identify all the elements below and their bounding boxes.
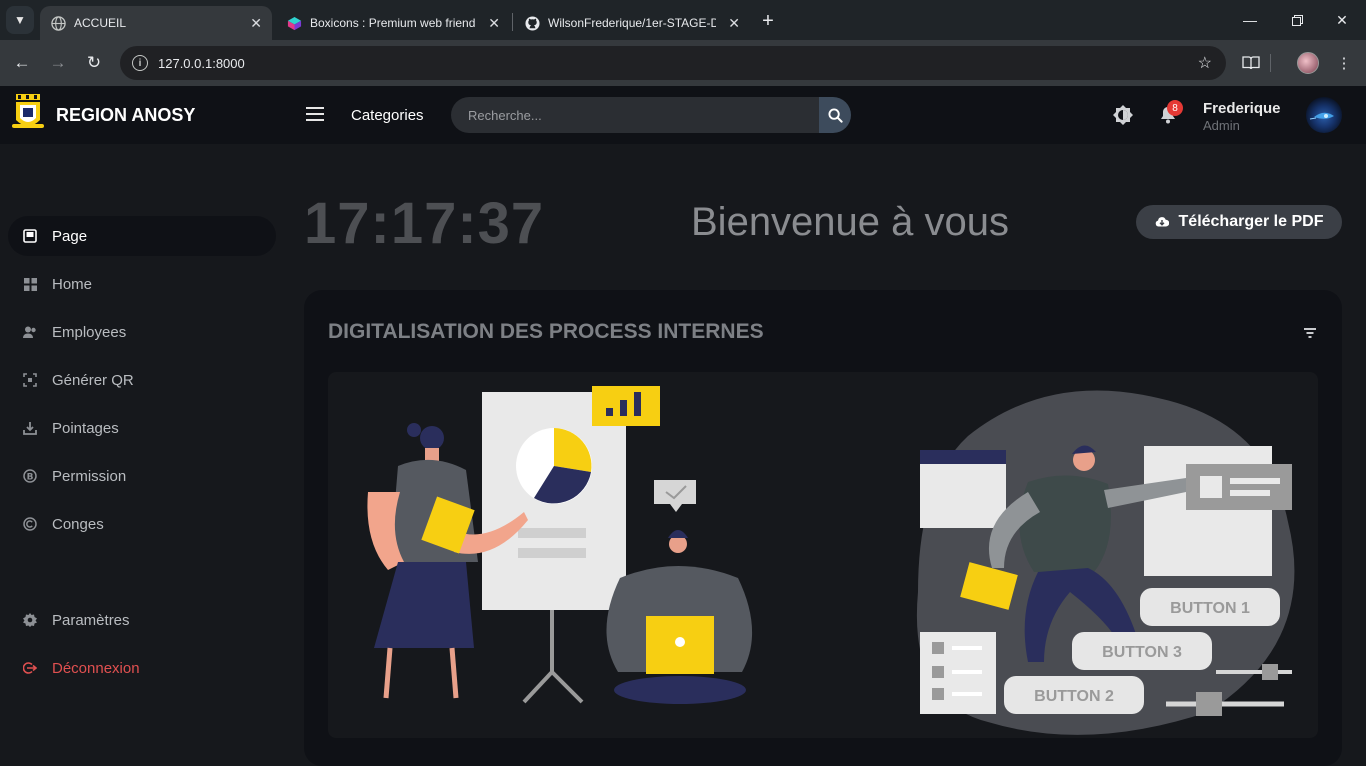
illustration-button-1: BUTTON 1	[1170, 600, 1250, 617]
process-card: DIGITALISATION DES PROCESS INTERNES BUTT…	[304, 290, 1342, 766]
sidebar-item-label: Générer QR	[52, 371, 134, 389]
qr-icon	[22, 372, 38, 388]
url-bar[interactable]: i 127.0.0.1:8000 ☆	[120, 46, 1226, 80]
cloud-download-icon	[1155, 215, 1169, 230]
close-tab-icon[interactable]: ✕	[488, 15, 500, 32]
digitalisation-illustration: BUTTON 1 BUTTON 3 BUTTON 2	[328, 372, 1318, 738]
sidebar-item-parametres[interactable]: Paramètres	[8, 600, 276, 640]
page-icon	[22, 228, 38, 244]
logout-icon	[22, 660, 38, 676]
download-icon	[22, 420, 38, 436]
theme-toggle-icon[interactable]	[1113, 105, 1133, 125]
download-pdf-label: Télécharger le PDF	[1178, 213, 1324, 230]
browser-profile-avatar[interactable]	[1297, 52, 1319, 74]
close-tab-icon[interactable]: ✕	[250, 15, 262, 32]
download-pdf-button[interactable]: Télécharger le PDF	[1136, 205, 1342, 239]
sidebar-item-label: Page	[52, 227, 88, 245]
sidebar-item-label: Home	[52, 275, 93, 293]
reload-icon[interactable]: ↻	[81, 50, 107, 76]
region-crest-logo	[12, 94, 44, 134]
toolbar-separator	[1270, 54, 1271, 72]
bitcoin-icon: B	[22, 468, 38, 484]
svg-text:B: B	[27, 473, 34, 483]
live-clock: 17:17:37	[304, 191, 545, 256]
sidebar-item-conges[interactable]: Conges	[8, 504, 276, 544]
card-title: DIGITALISATION DES PROCESS INTERNES	[328, 320, 764, 343]
browser-addressbar: ← → ↻ i 127.0.0.1:8000 ☆ ⋮	[0, 40, 1366, 86]
kebab-menu-icon[interactable]: ⋮	[1333, 52, 1355, 74]
sidebar-item-label: Employees	[52, 323, 127, 341]
illustration-graphic: BUTTON 1 BUTTON 3 BUTTON 2	[367, 386, 1295, 735]
browser-tab-boxicons[interactable]: Boxicons : Premium web friendly icons ✕	[276, 6, 510, 40]
notification-count-badge: 8	[1167, 100, 1183, 116]
tab-title: Boxicons : Premium web friendly icons	[310, 16, 476, 30]
filter-icon[interactable]	[1304, 325, 1316, 338]
forward-arrow-icon[interactable]: →	[45, 50, 71, 76]
hamburger-menu-icon[interactable]	[306, 107, 324, 123]
brand-name: REGION ANOSY	[56, 105, 196, 125]
illustration-button-2: BUTTON 2	[1034, 688, 1114, 705]
user-role: Admin	[1203, 118, 1240, 133]
search-form	[451, 97, 851, 133]
url-text[interactable]: 127.0.0.1:8000	[158, 56, 245, 71]
gear-icon	[22, 612, 38, 628]
tab-title: ACCUEIL	[74, 16, 127, 30]
sidebar-item-permission[interactable]: B Permission	[8, 456, 276, 496]
globe-icon	[50, 15, 66, 31]
github-icon	[524, 15, 540, 31]
browser-tabbar: ▼ ACCUEIL ✕ Boxicons : Premium web frien…	[0, 0, 1366, 40]
new-tab-plus-icon[interactable]: +	[756, 9, 780, 33]
tab-search-chevron-icon[interactable]: ▼	[6, 6, 34, 34]
sidebar-item-deconnexion[interactable]: Déconnexion	[8, 648, 276, 688]
sidebar: Page Home Employees Générer QR Pointages…	[0, 144, 280, 766]
sidebar-item-pointages[interactable]: Pointages	[8, 408, 276, 448]
search-icon	[827, 107, 843, 123]
sidebar-item-label: Permission	[52, 467, 127, 485]
search-button[interactable]	[819, 97, 851, 133]
sidebar-item-label: Paramètres	[52, 611, 130, 629]
illustration-button-3: BUTTON 3	[1102, 644, 1182, 661]
sidebar-item-label: Conges	[52, 515, 104, 533]
sidebar-item-label: Pointages	[52, 419, 119, 437]
browser-tab-github[interactable]: WilsonFrederique/1er-STAGE-DEV ✕	[514, 6, 750, 40]
browser-tab-accueil[interactable]: ACCUEIL ✕	[40, 6, 272, 40]
tab-separator	[512, 13, 513, 31]
sidebar-item-generer-qr[interactable]: Générer QR	[8, 360, 276, 400]
boxicons-icon	[286, 15, 302, 31]
main-content: 17:17:37 Bienvenue à vous Télécharger le…	[280, 144, 1366, 766]
user-name[interactable]: Frederique	[1203, 100, 1281, 117]
back-arrow-icon[interactable]: ←	[9, 50, 35, 76]
copyright-icon	[22, 516, 38, 532]
tab-title: WilsonFrederique/1er-STAGE-DEV	[548, 16, 716, 30]
restore-window-icon[interactable]	[1285, 8, 1309, 32]
sidebar-item-page[interactable]: Page	[8, 216, 276, 256]
site-info-icon[interactable]: i	[132, 55, 148, 71]
reading-list-icon[interactable]	[1240, 52, 1262, 74]
user-avatar[interactable]	[1306, 97, 1342, 133]
welcome-heading: Bienvenue à vous	[691, 200, 1010, 244]
sidebar-item-home[interactable]: Home	[8, 264, 276, 304]
sidebar-item-employees[interactable]: Employees	[8, 312, 276, 352]
minimize-window-icon[interactable]: —	[1238, 8, 1262, 32]
app-header: REGION ANOSY Categories 8 Frederique Adm…	[0, 86, 1366, 144]
search-input[interactable]	[451, 97, 819, 133]
close-window-icon[interactable]: ✕	[1330, 8, 1354, 32]
close-tab-icon[interactable]: ✕	[728, 15, 740, 32]
bookmark-star-icon[interactable]: ☆	[1198, 53, 1212, 73]
sidebar-item-label: Déconnexion	[52, 659, 140, 677]
user-icon	[22, 324, 38, 340]
grid-icon	[22, 276, 38, 292]
categories-link[interactable]: Categories	[351, 107, 424, 124]
